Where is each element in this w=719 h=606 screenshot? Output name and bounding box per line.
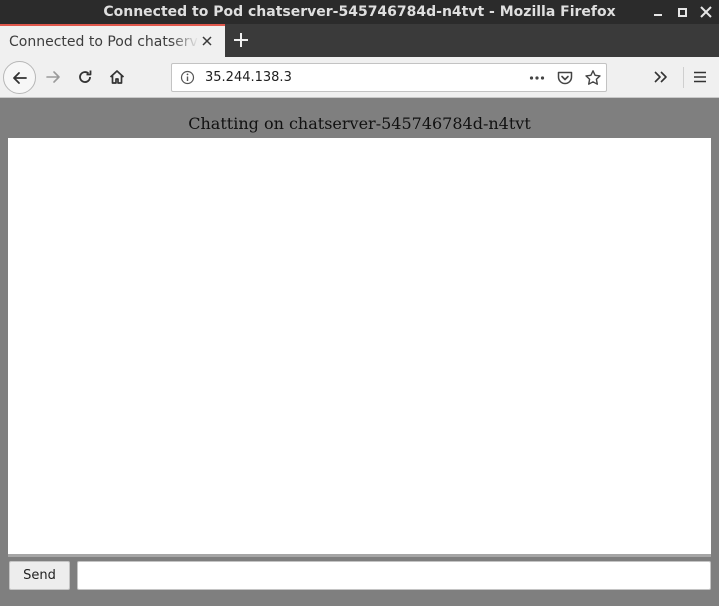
open-menu-button[interactable] (688, 65, 712, 89)
maximize-button[interactable] (675, 5, 689, 19)
bookmark-star-icon (585, 70, 601, 85)
plus-icon (234, 33, 248, 47)
maximize-icon (677, 7, 687, 17)
navigation-toolbar: 35.244.138.3 (0, 57, 719, 98)
back-icon (12, 71, 27, 84)
close-window-button[interactable] (699, 5, 713, 19)
page-title: Chatting on chatserver-545746784d-n4tvt (188, 114, 531, 133)
forward-icon (46, 71, 60, 83)
hamburger-menu-icon (694, 71, 706, 83)
reload-button[interactable] (73, 65, 97, 89)
home-button[interactable] (105, 65, 129, 89)
url-text[interactable]: 35.244.138.3 (205, 70, 292, 85)
window-title: Connected to Pod chatserver-545746784d-n… (103, 4, 616, 20)
tab-close-button[interactable] (199, 33, 215, 49)
new-tab-button[interactable] (230, 28, 252, 52)
pocket-button[interactable] (556, 69, 574, 87)
close-icon (202, 36, 212, 46)
send-button[interactable]: Send (9, 561, 70, 590)
tab-chat-pod[interactable]: Connected to Pod chatserver-545746784d-n… (0, 24, 225, 57)
page-actions-icon (529, 76, 545, 80)
tab-strip: Connected to Pod chatserver-545746784d-n… (0, 24, 719, 57)
message-input[interactable] (77, 561, 711, 590)
info-icon[interactable] (180, 70, 195, 85)
minimize-icon (654, 14, 662, 16)
forward-button[interactable] (41, 65, 65, 89)
reload-icon (79, 70, 92, 83)
home-icon (109, 70, 125, 84)
window-titlebar: Connected to Pod chatserver-545746784d-n… (0, 0, 719, 24)
back-button[interactable] (3, 61, 36, 94)
pocket-icon (557, 71, 573, 85)
minimize-button[interactable] (651, 5, 665, 19)
toolbar-divider (683, 67, 684, 88)
chat-messages-area[interactable] (8, 138, 711, 557)
window-controls (651, 0, 713, 24)
close-icon (700, 6, 712, 18)
bookmark-button[interactable] (584, 69, 602, 87)
overflow-icon (654, 71, 667, 83)
page-content: Chatting on chatserver-545746784d-n4tvt … (0, 98, 719, 606)
page-actions-button[interactable] (528, 69, 546, 87)
url-bar[interactable]: 35.244.138.3 (171, 63, 607, 92)
tab-label: Connected to Pod chatserver-545746784d-n… (9, 33, 199, 50)
overflow-button[interactable] (649, 65, 673, 89)
